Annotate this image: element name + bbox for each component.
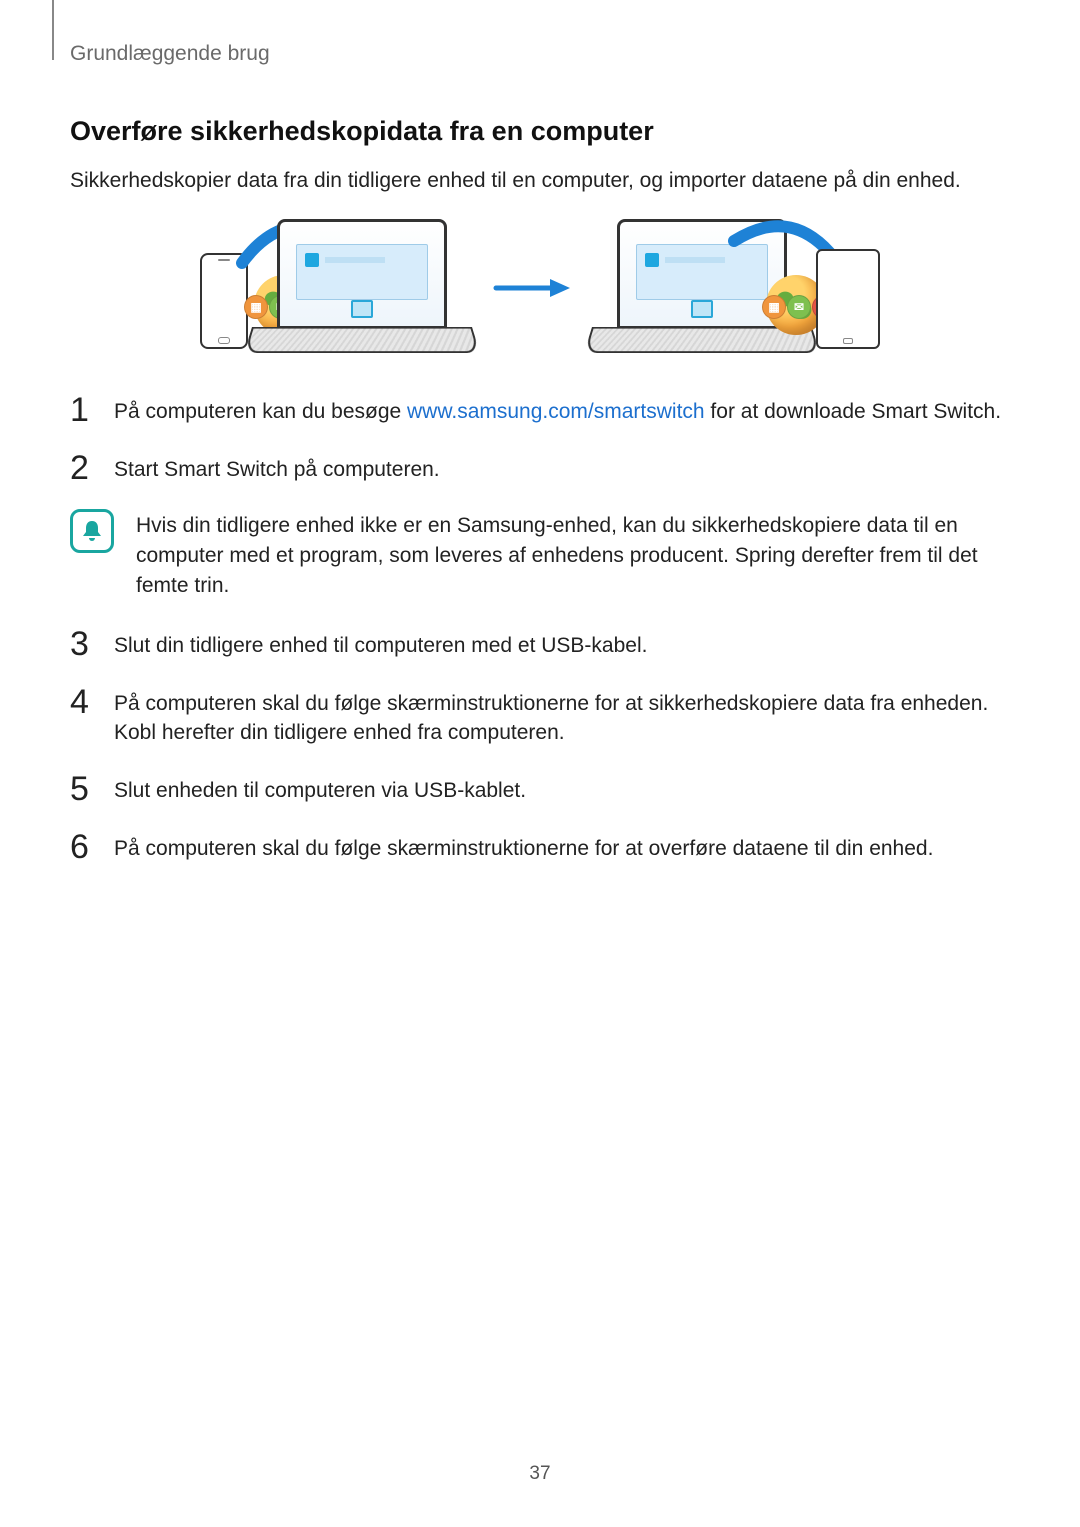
transfer-diagram: ▦ ✉ 👤 xyxy=(70,219,1010,357)
page-margin-rule xyxy=(52,0,54,60)
steps-list: 1 På computeren kan du besøge www.samsun… xyxy=(70,393,1010,863)
step-4: 4 På computeren skal du følge skærminstr… xyxy=(70,685,1010,748)
diagram-panel-restore: ▦ ✉ 👤 xyxy=(592,219,880,357)
page-number: 37 xyxy=(0,1463,1080,1485)
mail-icon: ✉ xyxy=(787,295,811,319)
step-number: 4 xyxy=(70,685,94,719)
restore-icon xyxy=(691,300,713,318)
diagram-panel-backup: ▦ ✉ 👤 xyxy=(200,219,472,357)
step-number: 6 xyxy=(70,830,94,864)
step-text: Start Smart Switch på computeren. xyxy=(114,451,440,484)
step-1: 1 På computeren kan du besøge www.samsun… xyxy=(70,393,1010,427)
step-text: Slut enheden til computeren via USB-kabl… xyxy=(114,772,526,805)
step-2: 2 Start Smart Switch på computeren. xyxy=(70,451,1010,485)
grid-icon: ▦ xyxy=(762,295,786,319)
step-text-before: På computeren kan du besøge xyxy=(114,400,407,423)
step-5: 5 Slut enheden til computeren via USB-ka… xyxy=(70,772,1010,806)
step-6: 6 På computeren skal du følge skærminstr… xyxy=(70,830,1010,864)
smartswitch-link[interactable]: www.samsung.com/smartswitch xyxy=(407,400,705,423)
step-number: 5 xyxy=(70,772,94,806)
step-text: Slut din tidligere enhed til computeren … xyxy=(114,627,647,660)
bell-icon xyxy=(70,509,114,553)
laptop-icon xyxy=(252,219,472,357)
upload-icon xyxy=(351,300,373,318)
tablet-icon xyxy=(816,249,880,349)
step-text-after: for at downloade Smart Switch. xyxy=(705,400,1001,423)
step-number: 3 xyxy=(70,627,94,661)
note-text: Hvis din tidligere enhed ikke er en Sams… xyxy=(136,509,1010,600)
breadcrumb: Grundlæggende brug xyxy=(70,42,1010,66)
section-intro: Sikkerhedskopier data fra din tidligere … xyxy=(70,167,1010,195)
step-text: På computeren skal du følge skærminstruk… xyxy=(114,830,933,863)
step-text: På computeren kan du besøge www.samsung.… xyxy=(114,393,1001,426)
step-number: 2 xyxy=(70,451,94,485)
step-3: 3 Slut din tidligere enhed til computere… xyxy=(70,627,1010,661)
info-note: Hvis din tidligere enhed ikke er en Sams… xyxy=(70,509,1010,600)
step-text: På computeren skal du følge skærminstruk… xyxy=(114,685,1010,748)
page-content: Grundlæggende brug Overføre sikkerhedsko… xyxy=(0,0,1080,864)
step-number: 1 xyxy=(70,393,94,427)
arrow-right-icon xyxy=(492,273,572,303)
phone-icon xyxy=(200,253,248,349)
section-title: Overføre sikkerhedskopidata fra en compu… xyxy=(70,116,1010,147)
